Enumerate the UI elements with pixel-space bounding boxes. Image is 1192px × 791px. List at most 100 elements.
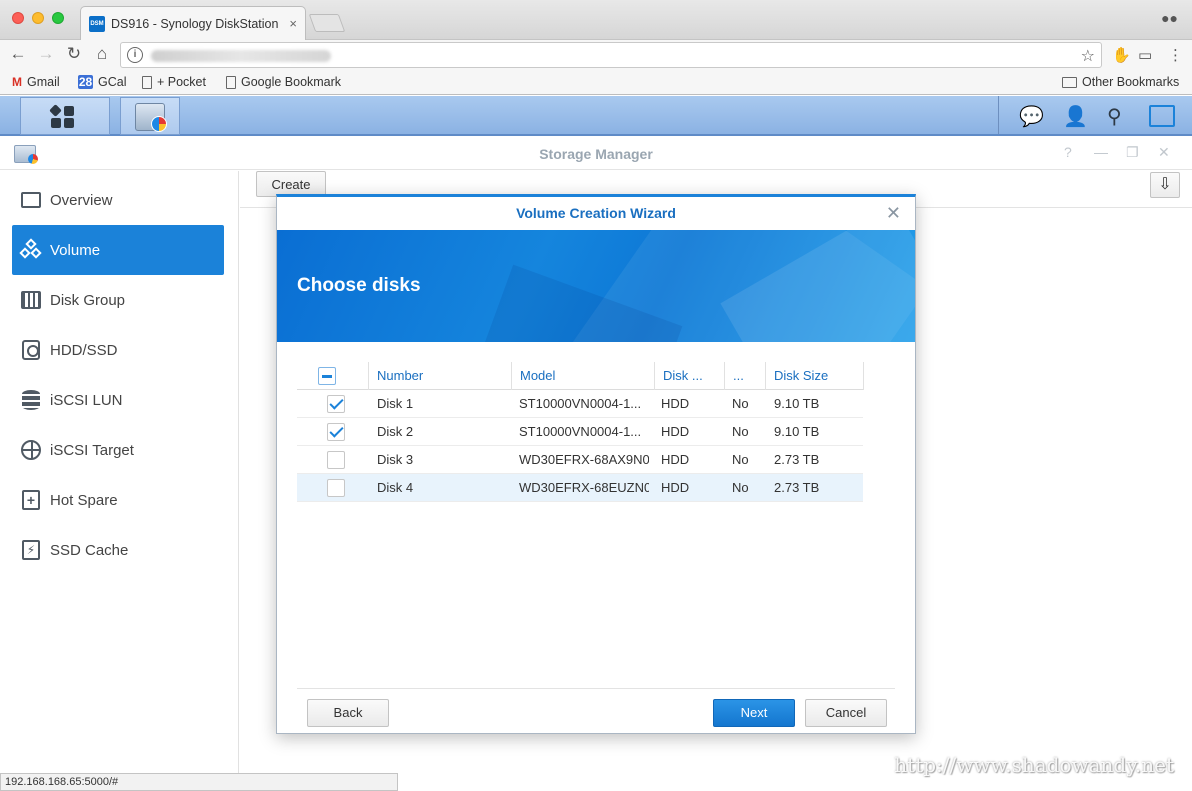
blurred-url [151,50,331,62]
sidebar-item-label: Disk Group [50,291,126,309]
disk-number: Disk 1 [377,396,414,411]
column-header-disk-size[interactable]: Disk Size [774,362,828,390]
step-title: Choose disks [297,275,421,296]
next-button[interactable]: Next [713,699,795,727]
row-checkbox[interactable] [327,395,345,413]
dsm-favicon-icon: DSM [89,15,105,32]
user-icon[interactable]: 👤 [1063,104,1088,129]
row-checkbox[interactable] [327,451,345,469]
back-button[interactable]: Back [307,699,389,727]
close-icon[interactable]: ✕ [886,203,901,224]
page-icon [226,75,236,89]
sidebar-item-volume[interactable]: Volume [12,225,224,275]
bookmark-star-icon[interactable]: ☆ [1081,46,1095,66]
column-header-number[interactable]: Number [377,362,423,390]
browser-tab[interactable]: DSM DS916 - Synology DiskStation × [80,6,306,40]
disk-flag: No [732,480,749,495]
search-icon[interactable]: ⚲ [1107,104,1122,129]
table-header: Number Model Disk ... ... Disk Size [297,362,864,390]
browser-menu-icon[interactable]: ⋮ [1168,46,1183,64]
disk-number: Disk 4 [377,480,414,495]
table-row[interactable]: Disk 2 ST10000VN0004-1... HDD No 9.10 TB [297,418,863,446]
storage-manager-icon [135,103,167,132]
address-bar[interactable]: i ☆ [120,42,1102,68]
wizard-title: Volume Creation Wizard [277,197,915,230]
hdd-icon [20,339,42,361]
bookmark-label: Gmail [27,75,60,89]
volume-icon [19,238,42,261]
close-window-button[interactable] [12,12,24,24]
profile-icon[interactable]: ●● [1161,10,1178,26]
cast-icon[interactable]: ▭ [1138,46,1152,64]
minimize-window-button[interactable] [32,12,44,24]
disk-number: Disk 3 [377,452,414,467]
back-arrow-icon[interactable]: ← [8,44,28,64]
restore-icon[interactable]: ❐ [1126,144,1139,161]
site-info-icon[interactable]: i [127,47,143,63]
column-header-model[interactable]: Model [520,362,555,390]
disk-size: 2.73 TB [774,452,820,467]
bookmark-label: + Pocket [157,75,206,89]
disk-number: Disk 2 [377,424,414,439]
bookmarks-bar: M Gmail 28 GCal + Pocket Google Bookmark… [0,70,1192,95]
select-all-checkbox[interactable] [318,367,336,385]
dsm-taskbar: 💬 👤 ⚲ [0,96,1192,136]
disk-type: HDD [661,480,690,495]
dsm-tray: 💬 👤 ⚲ [998,96,1192,134]
sidebar-item-hdd-ssd[interactable]: HDD/SSD [12,325,224,375]
disk-model: WD30EFRX-68EUZN0 [519,480,649,495]
folder-icon [1062,76,1077,88]
chat-icon[interactable]: 💬 [1019,104,1044,129]
sidebar-item-label: SSD Cache [50,541,129,559]
maximize-window-button[interactable] [52,12,64,24]
table-row[interactable]: Disk 3 WD30EFRX-68AX9N0 HDD No 2.73 TB [297,446,863,474]
main-menu-button[interactable] [20,97,110,135]
sidebar: Overview Volume Disk Group HDD/SSD iSCSI… [0,171,239,773]
overview-icon [20,189,42,211]
disk-model: ST10000VN0004-1... [519,424,642,439]
sidebar-item-iscsi-target[interactable]: iSCSI Target [12,425,224,475]
widget-icon[interactable] [1149,105,1175,127]
column-header-extra[interactable]: ... [733,362,744,390]
row-checkbox[interactable] [327,423,345,441]
column-header-disk-type[interactable]: Disk ... [663,362,703,390]
cancel-button[interactable]: Cancel [805,699,887,727]
sidebar-item-ssd-cache[interactable]: ⚡ SSD Cache [12,525,224,575]
help-icon[interactable]: ? [1064,144,1072,160]
calendar-icon: 28 [78,75,93,89]
extension-icon[interactable]: ✋ [1112,46,1131,64]
other-bookmarks-label: Other Bookmarks [1082,75,1180,89]
home-icon[interactable]: ⌂ [92,44,112,64]
disk-flag: No [732,452,749,467]
footer-divider [297,688,895,689]
close-icon[interactable]: ✕ [1158,144,1170,161]
page-icon [142,75,152,89]
forward-arrow-icon[interactable]: → [36,44,56,64]
minimize-icon[interactable]: — [1094,144,1108,160]
gmail-icon: M [12,75,22,89]
browser-toolbar: ← → ↻ ⌂ i ☆ ✋ ▭ ⋮ [0,40,1192,70]
new-tab-button[interactable] [308,14,346,32]
bookmark-pocket[interactable]: + Pocket [142,75,206,89]
bookmark-gcal[interactable]: 28 GCal [78,75,126,89]
browser-titlebar: DSM DS916 - Synology DiskStation × ●● [0,0,1192,40]
reload-icon[interactable]: ↻ [64,44,84,64]
tab-title: DS916 - Synology DiskStation [111,16,279,31]
bookmark-label: Google Bookmark [241,75,342,89]
bookmark-google[interactable]: Google Bookmark [226,75,341,89]
sidebar-item-hot-spare[interactable]: + Hot Spare [12,475,224,525]
bookmark-gmail[interactable]: M Gmail [12,75,60,89]
sidebar-item-disk-group[interactable]: Disk Group [12,275,224,325]
row-checkbox[interactable] [327,479,345,497]
disk-group-icon [20,289,42,311]
other-bookmarks[interactable]: Other Bookmarks [1062,75,1179,89]
table-row[interactable]: Disk 4 WD30EFRX-68EUZN0 HDD No 2.73 TB [297,474,863,502]
tab-close-icon[interactable]: × [289,16,297,31]
sidebar-item-label: HDD/SSD [50,341,118,359]
sort-icon[interactable]: ⇩ [1150,172,1180,198]
ssd-cache-icon: ⚡ [20,539,42,561]
sidebar-item-iscsi-lun[interactable]: iSCSI LUN [12,375,224,425]
storage-manager-task-button[interactable] [120,97,180,135]
sidebar-item-overview[interactable]: Overview [12,175,224,225]
table-row[interactable]: Disk 1 ST10000VN0004-1... HDD No 9.10 TB [297,390,863,418]
